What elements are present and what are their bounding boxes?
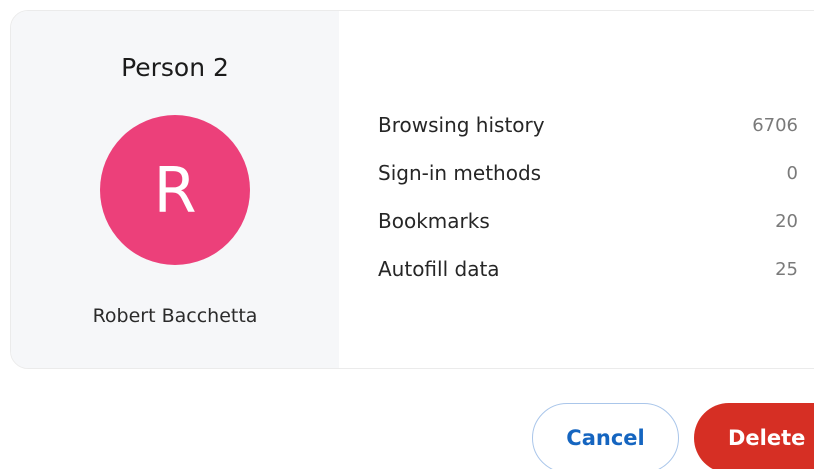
profile-data-list: Browsing history 6706 Sign-in methods 0 … <box>378 105 798 297</box>
stat-row-sign-in-methods: Sign-in methods 0 <box>378 153 798 201</box>
stat-label: Autofill data <box>378 257 500 281</box>
profile-title: Person 2 <box>121 53 229 82</box>
delete-profile-dialog: Person 2 R Robert Bacchetta Browsing his… <box>0 0 814 469</box>
account-name: Robert Bacchetta <box>92 305 258 327</box>
stat-value: 25 <box>775 259 798 280</box>
stat-label: Browsing history <box>378 113 545 137</box>
stat-value: 0 <box>786 163 798 184</box>
delete-button[interactable]: Delete <box>694 403 814 469</box>
profile-summary-card: Person 2 R Robert Bacchetta Browsing his… <box>10 10 814 369</box>
cancel-button[interactable]: Cancel <box>532 403 679 469</box>
stat-row-bookmarks: Bookmarks 20 <box>378 201 798 249</box>
stat-label: Bookmarks <box>378 209 490 233</box>
profile-panel: Person 2 R Robert Bacchetta <box>11 11 339 368</box>
stat-row-browsing-history: Browsing history 6706 <box>378 105 798 153</box>
stat-row-autofill-data: Autofill data 25 <box>378 249 798 297</box>
avatar: R <box>100 115 250 265</box>
stat-value: 6706 <box>752 115 798 136</box>
stat-label: Sign-in methods <box>378 161 542 185</box>
stat-value: 20 <box>775 211 798 232</box>
avatar-letter: R <box>153 153 197 227</box>
